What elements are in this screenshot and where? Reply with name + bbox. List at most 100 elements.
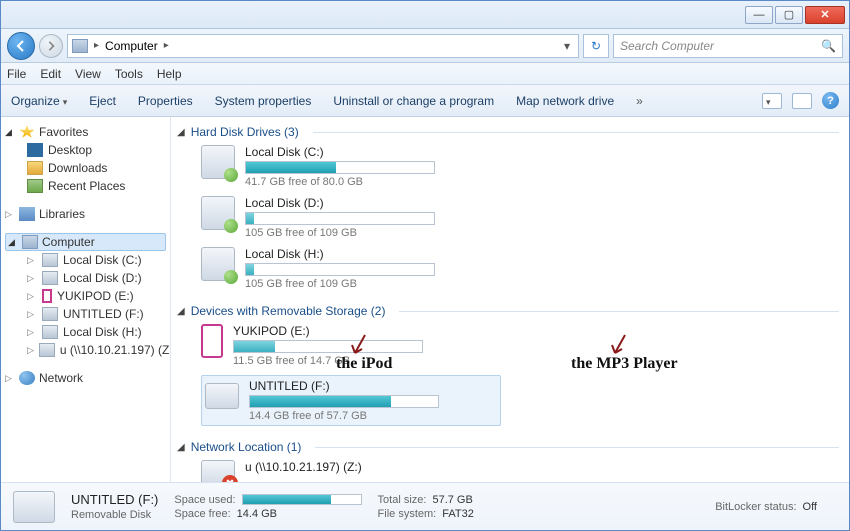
sidebar-drive-h[interactable]: ▷Local Disk (H:) (5, 323, 166, 341)
expand-icon: ▷ (5, 373, 15, 384)
sidebar-item-label: Local Disk (D:) (63, 271, 142, 285)
sidebar-recent[interactable]: Recent Places (5, 177, 166, 195)
section-removable[interactable]: ◢ Devices with Removable Storage (2) (177, 304, 839, 318)
drive-name: Local Disk (C:) (245, 145, 501, 159)
refresh-button[interactable]: ↻ (583, 34, 609, 58)
sidebar-drive-c[interactable]: ▷Local Disk (C:) (5, 251, 166, 269)
sidebar-item-label: Local Disk (H:) (63, 325, 142, 339)
section-hdd[interactable]: ◢ Hard Disk Drives (3) (177, 125, 839, 139)
expand-icon: ▷ (27, 345, 34, 356)
sidebar-item-label: YUKIPOD (E:) (57, 289, 134, 303)
expand-icon: ◢ (5, 127, 15, 138)
libraries-group[interactable]: ▷ Libraries (5, 205, 166, 223)
system-properties-button[interactable]: System properties (215, 94, 312, 108)
usage-bar (242, 494, 362, 505)
menu-tools[interactable]: Tools (115, 67, 143, 81)
navigation-bar: ▸ Computer ▸ ▾ ↻ Search Computer 🔍 (1, 29, 849, 63)
expand-icon: ▷ (27, 291, 37, 302)
breadcrumb-sep: ▸ (92, 40, 101, 51)
disk-icon (42, 271, 58, 285)
close-button[interactable]: ✕ (805, 6, 845, 24)
details-value: FAT32 (442, 508, 474, 520)
maximize-button[interactable]: ▢ (775, 6, 803, 24)
toolbar-overflow[interactable]: » (636, 94, 643, 108)
menu-edit[interactable]: Edit (40, 67, 61, 81)
network-group[interactable]: ▷ Network (5, 369, 166, 387)
forward-button[interactable] (39, 34, 63, 58)
main-pane: ◢ Hard Disk Drives (3) Local Disk (C:) 4… (171, 117, 849, 482)
drive-d[interactable]: Local Disk (D:) 105 GB free of 109 GB (201, 196, 501, 239)
details-label: Space used: (174, 494, 235, 506)
drive-c[interactable]: Local Disk (C:) 41.7 GB free of 80.0 GB (201, 145, 501, 188)
breadcrumb-sep: ▸ (162, 40, 171, 51)
sidebar-item-label: u (\\10.10.21.197) (Z:) (60, 343, 171, 357)
netdrive-disconnected-icon (201, 460, 235, 482)
drive-f-mp3[interactable]: UNTITLED (F:) 14.4 GB free of 57.7 GB (201, 375, 501, 426)
search-icon: 🔍 (821, 39, 836, 53)
details-label: BitLocker status: (715, 501, 796, 513)
drive-z-network[interactable]: u (\\10.10.21.197) (Z:) (201, 460, 501, 482)
sidebar-drive-e[interactable]: ▷ YUKIPOD (E:) (5, 287, 166, 305)
sidebar-drive-z[interactable]: ▷u (\\10.10.21.197) (Z:) (5, 341, 166, 359)
disk-icon (42, 253, 58, 267)
collapse-icon: ◢ (177, 306, 185, 317)
annotation-ipod: the iPod (336, 355, 392, 373)
menu-file[interactable]: File (7, 67, 26, 81)
section-title: Hard Disk Drives (3) (191, 125, 299, 139)
address-dropdown[interactable]: ▾ (560, 39, 574, 53)
usage-bar (245, 212, 435, 225)
details-value: 14.4 GB (237, 508, 277, 520)
expand-icon: ▷ (27, 273, 37, 284)
details-label: Total size: (378, 494, 427, 506)
content-area: ◢ Favorites Desktop Downloads Recent Pla… (1, 117, 849, 482)
removable-icon (205, 383, 239, 409)
help-button[interactable]: ? (822, 92, 839, 109)
preview-pane-button[interactable] (792, 93, 812, 109)
eject-button[interactable]: Eject (89, 94, 116, 108)
search-input[interactable]: Search Computer 🔍 (613, 34, 843, 58)
details-value: Off (803, 501, 817, 513)
hdd-icon (201, 196, 235, 230)
sidebar-item-label: Desktop (48, 143, 92, 157)
map-drive-button[interactable]: Map network drive (516, 94, 614, 108)
details-label: Space free: (174, 508, 230, 520)
uninstall-button[interactable]: Uninstall or change a program (333, 94, 494, 108)
sidebar-item-label: Local Disk (C:) (63, 253, 142, 267)
drive-subtext: 41.7 GB free of 80.0 GB (245, 176, 501, 188)
section-network[interactable]: ◢ Network Location (1) (177, 440, 839, 454)
usb-icon (42, 307, 58, 321)
usage-bar (245, 161, 435, 174)
details-value: 57.7 GB (432, 494, 472, 506)
details-title: UNTITLED (F:) (71, 492, 158, 507)
details-type: Removable Disk (71, 509, 158, 521)
sidebar-desktop[interactable]: Desktop (5, 141, 166, 159)
divider (399, 311, 839, 312)
drive-h[interactable]: Local Disk (H:) 105 GB free of 109 GB (201, 247, 501, 290)
address-bar[interactable]: ▸ Computer ▸ ▾ (67, 34, 579, 58)
sidebar-drive-d[interactable]: ▷ Local Disk (D:) (5, 269, 166, 287)
back-button[interactable] (7, 32, 35, 60)
menu-help[interactable]: Help (157, 67, 182, 81)
folder-icon (27, 161, 43, 175)
sidebar-drive-f[interactable]: ▷UNTITLED (F:) (5, 305, 166, 323)
drive-subtext: 14.4 GB free of 57.7 GB (249, 410, 497, 422)
properties-button[interactable]: Properties (138, 94, 193, 108)
computer-icon (72, 39, 88, 53)
annotation-arrow-mp3 (611, 333, 627, 357)
organize-button[interactable]: Organize (11, 94, 67, 108)
expand-icon: ◢ (8, 237, 18, 248)
minimize-button[interactable]: — (745, 6, 773, 24)
hdd-icon (201, 247, 235, 281)
favorites-group[interactable]: ◢ Favorites (5, 123, 166, 141)
sidebar-item-label: Recent Places (48, 179, 125, 193)
computer-group[interactable]: ◢ Computer (5, 233, 166, 251)
search-placeholder: Search Computer (620, 39, 714, 53)
sidebar-label: Computer (42, 235, 95, 249)
usage-bar (233, 340, 423, 353)
menu-view[interactable]: View (75, 67, 101, 81)
details-label: File system: (378, 508, 437, 520)
breadcrumb-label[interactable]: Computer (105, 39, 158, 53)
sidebar-downloads[interactable]: Downloads (5, 159, 166, 177)
view-options-button[interactable] (762, 93, 782, 109)
divider (315, 447, 839, 448)
